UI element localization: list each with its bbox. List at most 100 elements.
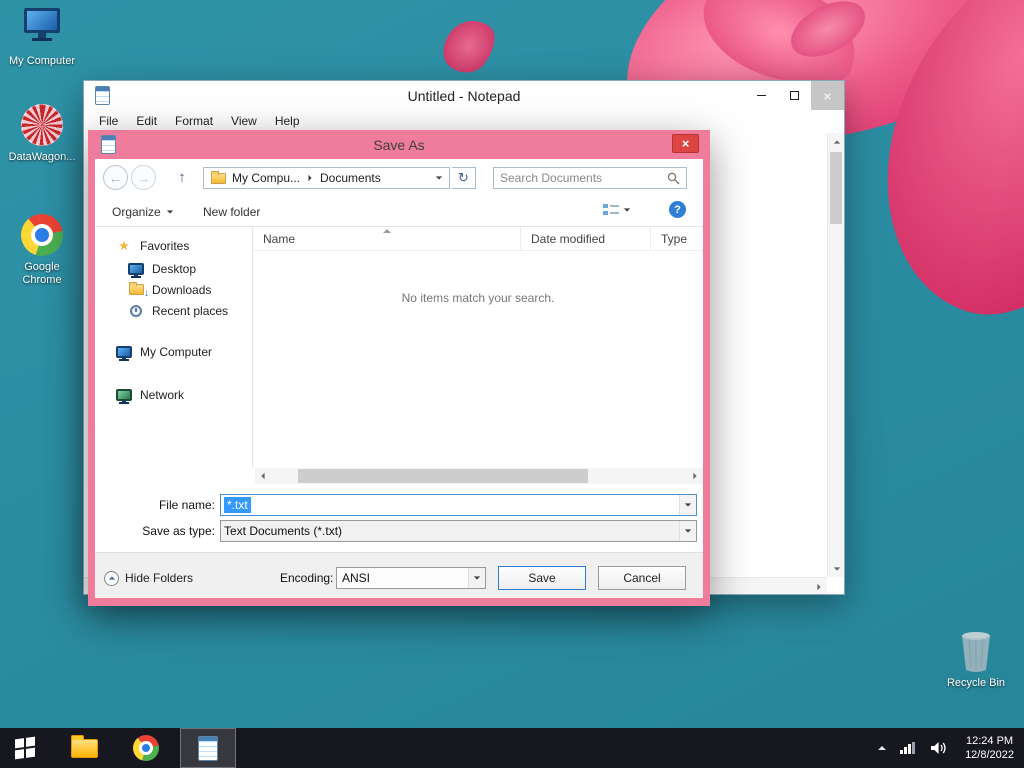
scrollbar-thumb[interactable] xyxy=(298,469,588,483)
desktop-icon-datawagon[interactable]: DataWagon... xyxy=(6,104,78,164)
notepad-icon xyxy=(198,735,218,761)
taskbar-clock[interactable]: 12:24 PM 12/8/2022 xyxy=(961,734,1014,762)
recent-places-icon xyxy=(130,304,142,317)
taskbar-notepad-active[interactable] xyxy=(180,728,236,768)
organize-button[interactable]: Organize xyxy=(108,201,178,223)
desktop-icon-my-computer[interactable]: My Computer xyxy=(6,8,78,68)
network-icon[interactable] xyxy=(900,742,916,754)
chevron-down-icon[interactable] xyxy=(679,521,696,541)
desktop-icon-label: Google Chrome xyxy=(22,261,62,286)
encoding-label: Encoding: xyxy=(280,571,334,585)
scroll-up-icon[interactable] xyxy=(828,133,845,150)
breadcrumb-item-documents[interactable]: Documents xyxy=(313,168,388,188)
sidebar-item-desktop[interactable]: Desktop xyxy=(95,258,252,279)
clock-time: 12:24 PM xyxy=(965,735,1014,747)
encoding-value: ANSI xyxy=(342,571,371,585)
sidebar-item-my-computer[interactable]: My Computer xyxy=(95,339,252,364)
minimize-button[interactable] xyxy=(745,81,778,110)
desktop-icon-recycle-bin[interactable]: Recycle Bin xyxy=(940,630,1012,690)
save-as-type-dropdown[interactable]: Text Documents (*.txt) xyxy=(220,520,697,542)
star-icon: ★ xyxy=(118,238,130,253)
list-horizontal-scrollbar[interactable] xyxy=(255,468,703,484)
sidebar-item-favorites[interactable]: ★ Favorites xyxy=(95,235,252,256)
recycle-bin-icon xyxy=(959,630,993,672)
column-header-date-modified[interactable]: Date modified xyxy=(521,227,651,250)
desktop-icon-label: My Computer xyxy=(8,55,76,67)
datawagon-icon xyxy=(21,104,63,146)
taskbar-file-explorer[interactable] xyxy=(56,728,112,768)
back-button[interactable]: ← xyxy=(103,165,128,190)
desktop-mini-icon xyxy=(128,262,144,275)
save-as-dialog: Save As × ← → ↑ My Compu... Documents ↻ xyxy=(88,130,710,606)
chevron-down-icon[interactable] xyxy=(623,208,631,212)
cancel-button[interactable]: Cancel xyxy=(598,566,686,590)
breadcrumb[interactable]: My Compu... Documents xyxy=(203,167,450,189)
chrome-icon xyxy=(21,214,63,256)
refresh-button[interactable]: ↻ xyxy=(452,167,476,189)
help-button[interactable]: ? xyxy=(669,201,686,218)
save-as-type-label: Save as type: xyxy=(142,524,215,538)
search-icon xyxy=(667,172,680,184)
taskbar-chrome[interactable] xyxy=(118,728,174,768)
file-name-label: File name: xyxy=(158,498,215,512)
maximize-button[interactable] xyxy=(778,81,811,110)
file-name-input[interactable]: *.txt xyxy=(220,494,697,516)
menu-view[interactable]: View xyxy=(222,112,266,130)
new-folder-button[interactable]: New folder xyxy=(199,201,264,223)
desktop-icon-label: Recycle Bin xyxy=(946,677,1006,689)
desktop-icon-label: DataWagon... xyxy=(8,151,76,163)
my-computer-icon xyxy=(24,8,60,50)
search-box[interactable] xyxy=(493,167,687,189)
column-header-name[interactable]: Name xyxy=(253,227,521,250)
up-button[interactable]: ↑ xyxy=(171,165,193,190)
column-headers: Name Date modified Type xyxy=(253,227,703,251)
scroll-down-icon[interactable] xyxy=(828,560,845,577)
taskbar: 12:24 PM 12/8/2022 xyxy=(0,728,1024,768)
chevron-down-icon[interactable] xyxy=(679,495,696,515)
change-view-button[interactable] xyxy=(603,203,631,217)
breadcrumb-dropdown-icon[interactable] xyxy=(429,168,449,188)
sidebar-item-recent-places[interactable]: Recent places xyxy=(95,300,252,321)
start-button[interactable] xyxy=(0,728,50,768)
empty-list-message: No items match your search. xyxy=(401,291,555,305)
scroll-right-icon[interactable] xyxy=(810,578,827,595)
column-header-type[interactable]: Type xyxy=(651,227,703,250)
downloads-folder-icon xyxy=(128,282,144,295)
save-button[interactable]: Save xyxy=(498,566,586,590)
breadcrumb-item-computer[interactable]: My Compu... xyxy=(204,168,307,188)
scrollbar-thumb[interactable] xyxy=(830,152,842,224)
notepad-titlebar: Untitled - Notepad × xyxy=(84,81,844,110)
sort-ascending-icon xyxy=(382,229,391,233)
menu-file[interactable]: File xyxy=(90,112,127,130)
chevron-down-icon xyxy=(166,210,173,214)
vertical-scrollbar[interactable] xyxy=(827,133,844,577)
folder-icon xyxy=(70,734,98,758)
dialog-body: ← → ↑ My Compu... Documents ↻ Search Doc… xyxy=(95,159,703,598)
network-icon xyxy=(116,388,132,401)
dialog-title: Save As xyxy=(373,136,425,153)
encoding-dropdown[interactable]: ANSI xyxy=(336,567,486,589)
sidebar-item-downloads[interactable]: ↓ Downloads xyxy=(95,279,252,300)
desktop-icon-google-chrome[interactable]: Google Chrome xyxy=(6,214,78,287)
file-list[interactable]: Name Date modified Type No items match y… xyxy=(252,227,703,468)
scroll-right-icon[interactable] xyxy=(687,468,703,484)
forward-button[interactable]: → xyxy=(131,165,156,190)
menu-format[interactable]: Format xyxy=(166,112,222,130)
folder-icon xyxy=(211,170,226,184)
show-hidden-icons-button[interactable] xyxy=(878,746,887,750)
sidebar-item-network[interactable]: Network xyxy=(95,384,252,405)
menu-edit[interactable]: Edit xyxy=(127,112,166,130)
clock-date: 12/8/2022 xyxy=(965,749,1014,761)
hide-folders-button[interactable]: Hide Folders xyxy=(104,566,193,590)
computer-mini-icon xyxy=(116,345,132,358)
menu-help[interactable]: Help xyxy=(266,112,309,130)
close-button[interactable]: × xyxy=(811,81,844,110)
flower-petal xyxy=(433,9,505,83)
chevron-down-icon[interactable] xyxy=(468,568,485,588)
scroll-left-icon[interactable] xyxy=(255,468,271,484)
volume-icon[interactable] xyxy=(930,741,947,755)
search-input[interactable] xyxy=(500,171,667,185)
dialog-close-button[interactable]: × xyxy=(672,134,699,153)
dialog-titlebar: Save As × xyxy=(95,130,703,159)
chrome-icon xyxy=(133,735,159,761)
